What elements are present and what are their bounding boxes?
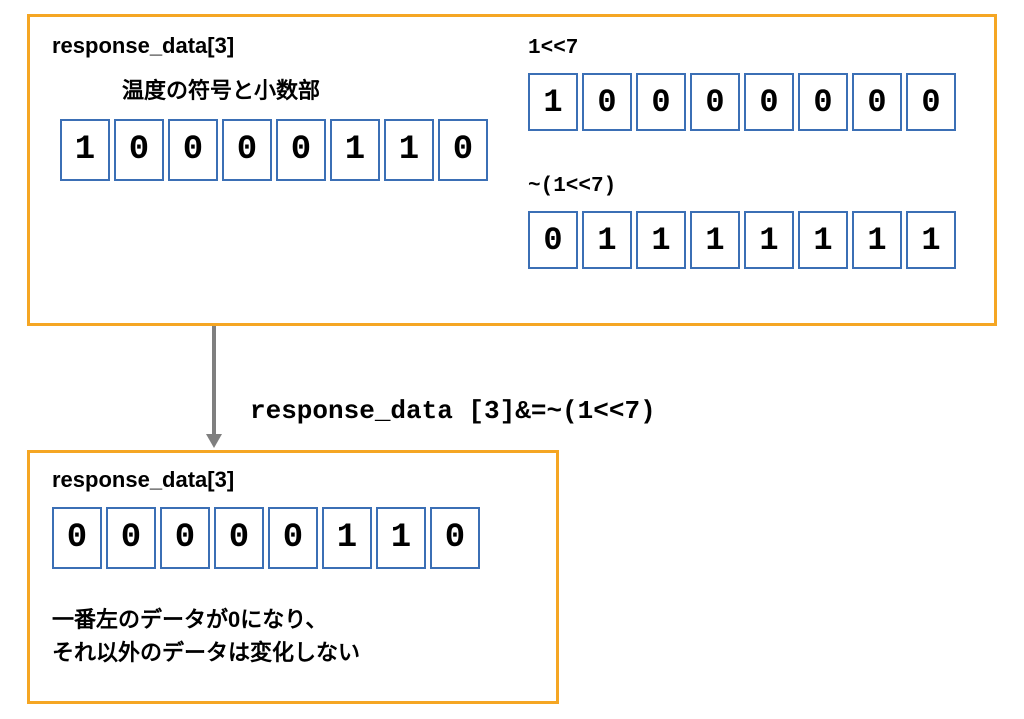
bit-cell: 1: [906, 211, 956, 269]
bit-cell: 0: [168, 119, 218, 181]
note-line1: 一番左のデータが0になり、: [52, 603, 360, 636]
bit-cell: 0: [430, 507, 480, 569]
top-box: response_data[3] 温度の符号と小数部 10000110 1<<7…: [27, 14, 997, 326]
mask1-label: 1<<7: [528, 37, 578, 60]
bit-cell: 1: [330, 119, 380, 181]
bit-cell: 0: [636, 73, 686, 131]
bit-cell: 0: [106, 507, 156, 569]
bit-cell: 1: [690, 211, 740, 269]
bit-cell: 0: [438, 119, 488, 181]
bottom-box: response_data[3] 00000110 一番左のデータが0になり、 …: [27, 450, 559, 704]
mask2-label: ~(1<<7): [528, 175, 616, 198]
bit-cell: 1: [322, 507, 372, 569]
bit-cell: 1: [384, 119, 434, 181]
mask2-bits: 01111111: [528, 211, 956, 269]
bit-cell: 1: [582, 211, 632, 269]
bottom-title: response_data[3]: [52, 467, 234, 493]
bit-cell: 0: [798, 73, 848, 131]
top-left-subtitle: 温度の符号と小数部: [122, 73, 320, 105]
bit-cell: 0: [690, 73, 740, 131]
bit-cell: 1: [744, 211, 794, 269]
bit-cell: 0: [268, 507, 318, 569]
top-left-bits: 10000110: [60, 119, 488, 181]
bottom-note: 一番左のデータが0になり、 それ以外のデータは変化しない: [52, 603, 360, 669]
bit-cell: 0: [276, 119, 326, 181]
bit-cell: 1: [636, 211, 686, 269]
bit-cell: 0: [214, 507, 264, 569]
bit-cell: 0: [852, 73, 902, 131]
bit-cell: 0: [906, 73, 956, 131]
bit-cell: 0: [114, 119, 164, 181]
bit-cell: 0: [528, 211, 578, 269]
bottom-bits: 00000110: [52, 507, 480, 569]
bit-cell: 1: [528, 73, 578, 131]
bit-cell: 0: [744, 73, 794, 131]
top-left-title: response_data[3]: [52, 33, 234, 59]
arrow-shaft: [212, 326, 216, 436]
operation-label: response_data [3]&=~(1<<7): [250, 396, 656, 426]
bit-cell: 0: [222, 119, 272, 181]
mask1-bits: 10000000: [528, 73, 956, 131]
bit-cell: 0: [52, 507, 102, 569]
bit-cell: 1: [798, 211, 848, 269]
bit-cell: 0: [160, 507, 210, 569]
bit-cell: 1: [852, 211, 902, 269]
bit-cell: 0: [582, 73, 632, 131]
bit-cell: 1: [60, 119, 110, 181]
note-line2: それ以外のデータは変化しない: [52, 636, 360, 669]
arrow-head: [206, 434, 222, 448]
bit-cell: 1: [376, 507, 426, 569]
